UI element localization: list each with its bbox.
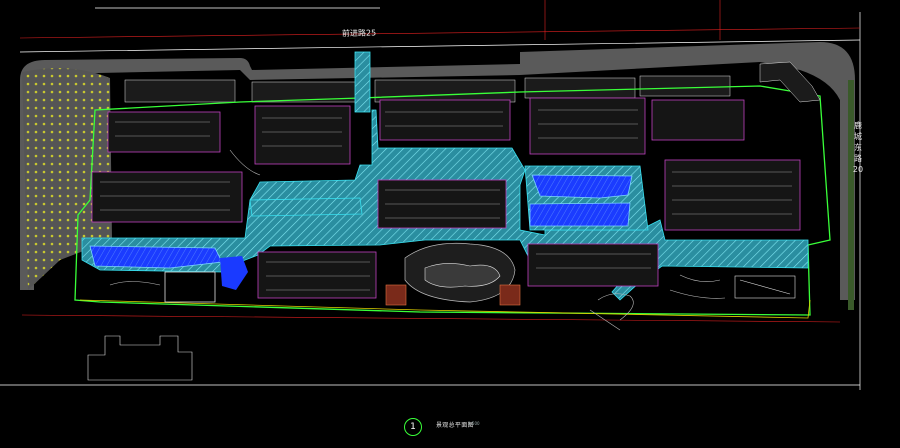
road-label-top: 前进路25 (342, 27, 376, 38)
clubhouse (164, 271, 216, 303)
road-label-right: 鹿 城 东 路 20 (850, 120, 866, 175)
road-label-right-line: 东 (854, 143, 862, 152)
road-label-right-line: 鹿 (854, 121, 862, 130)
site-boundary-yellow (79, 299, 811, 319)
neighbor-building (87, 335, 193, 381)
plan-scale: 1:500 (468, 421, 480, 426)
site-plan-canvas: 前进路25 (0, 0, 861, 390)
pool-left-blue (220, 256, 248, 290)
north-circle-icon: 1 (404, 418, 422, 436)
road-label-right-line: 20 (852, 165, 864, 174)
road-label-right-line: 路 (854, 154, 862, 163)
right-lawn (848, 80, 854, 310)
ramp (734, 275, 796, 299)
central-pond (424, 263, 501, 288)
plan-title-block: 1 景观总平面图 1:500 (404, 418, 544, 438)
road-label-right-line: 城 (854, 132, 862, 141)
